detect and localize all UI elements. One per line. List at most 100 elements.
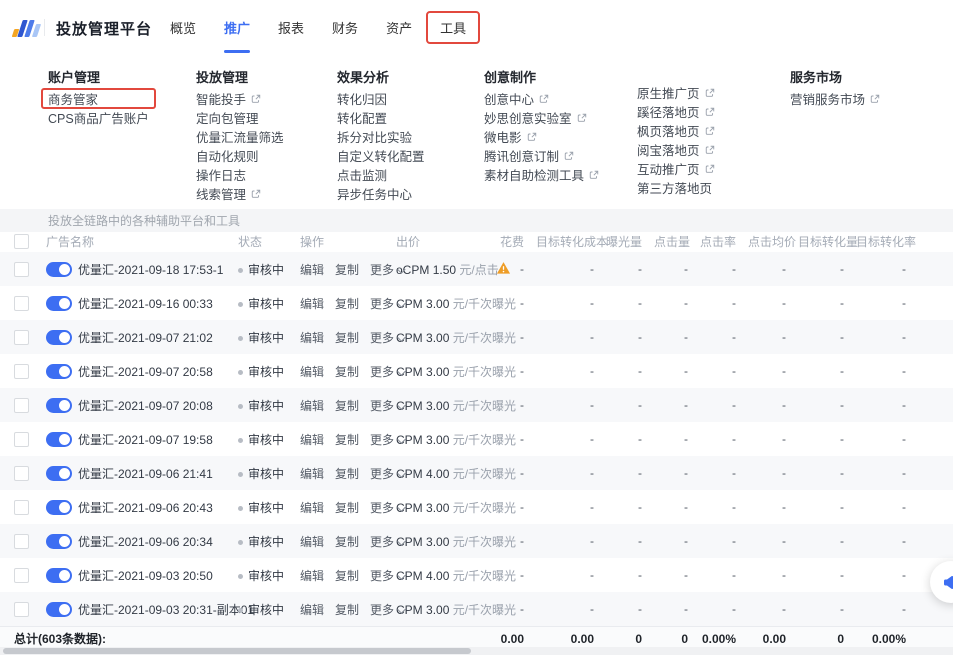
ad-enabled-toggle[interactable]: [46, 534, 72, 549]
menu-item[interactable]: 线索管理: [196, 187, 284, 200]
row-checkbox[interactable]: [14, 602, 29, 617]
row-checkbox[interactable]: [14, 432, 29, 447]
ad-name[interactable]: 优量汇-2021-09-07 20:58: [72, 363, 232, 380]
action-edit[interactable]: 编辑: [300, 467, 324, 481]
ad-enabled-toggle[interactable]: [46, 364, 72, 379]
ad-name[interactable]: 优量汇-2021-09-06 20:34: [72, 533, 232, 550]
ad-name[interactable]: 优量汇-2021-09-07 21:02: [72, 329, 232, 346]
menu-column-title: 创意制作: [484, 67, 599, 81]
action-edit[interactable]: 编辑: [300, 433, 324, 447]
ad-enabled-toggle[interactable]: [46, 432, 72, 447]
menu-item[interactable]: 阅宝落地页: [637, 143, 715, 156]
ad-enabled-toggle[interactable]: [46, 330, 72, 345]
menu-item[interactable]: 定向包管理: [196, 111, 284, 124]
ad-enabled-toggle[interactable]: [46, 262, 72, 277]
warning-icon[interactable]: [496, 261, 511, 278]
row-toggle-cell: [40, 466, 72, 481]
ad-name[interactable]: 优量汇-2021-09-03 20:31-副本01: [72, 601, 232, 618]
row-checkbox[interactable]: [14, 398, 29, 413]
action-edit[interactable]: 编辑: [300, 263, 324, 277]
action-edit[interactable]: 编辑: [300, 603, 324, 617]
action-copy[interactable]: 复制: [335, 569, 359, 583]
action-edit[interactable]: 编辑: [300, 365, 324, 379]
ad-enabled-toggle[interactable]: [46, 568, 72, 583]
action-copy[interactable]: 复制: [335, 399, 359, 413]
ad-enabled-toggle[interactable]: [46, 602, 72, 617]
header-select-cell[interactable]: [0, 234, 40, 249]
row-checkbox[interactable]: [14, 568, 29, 583]
ad-name[interactable]: 优量汇-2021-09-06 20:43: [72, 499, 232, 516]
menu-item[interactable]: 营销服务市场: [790, 92, 880, 105]
menu-item[interactable]: 枫页落地页: [637, 124, 715, 137]
menu-item[interactable]: 拆分对比实验: [337, 130, 425, 143]
nav-item-1[interactable]: 概览: [160, 14, 206, 41]
metric-cell: -: [792, 296, 850, 310]
action-edit[interactable]: 编辑: [300, 501, 324, 515]
nav-item-4[interactable]: 财务: [322, 14, 368, 41]
menu-item[interactable]: 转化归因: [337, 92, 425, 105]
status-text: 审核中: [248, 467, 284, 481]
row-checkbox[interactable]: [14, 534, 29, 549]
ad-name[interactable]: 优量汇-2021-09-03 20:50: [72, 567, 232, 584]
action-edit[interactable]: 编辑: [300, 535, 324, 549]
metric-cell: -: [694, 602, 742, 616]
horizontal-scrollbar-thumb[interactable]: [3, 648, 471, 654]
ad-enabled-toggle[interactable]: [46, 296, 72, 311]
row-checkbox[interactable]: [14, 500, 29, 515]
ad-enabled-toggle[interactable]: [46, 466, 72, 481]
ad-name[interactable]: 优量汇-2021-09-18 17:53-1: [72, 261, 232, 278]
nav-item-5[interactable]: 资产: [376, 14, 422, 41]
menu-item[interactable]: 互动推广页: [637, 162, 715, 175]
ad-enabled-toggle[interactable]: [46, 398, 72, 413]
menu-item[interactable]: 异步任务中心: [337, 187, 425, 200]
menu-item[interactable]: 素材自助检测工具: [484, 168, 599, 181]
nav-item-3[interactable]: 报表: [268, 14, 314, 41]
action-edit[interactable]: 编辑: [300, 331, 324, 345]
nav-item-2[interactable]: 推广: [214, 14, 260, 41]
menu-item-label: 转化归因: [337, 89, 387, 108]
menu-item[interactable]: 自定义转化配置: [337, 149, 425, 162]
action-copy[interactable]: 复制: [335, 603, 359, 617]
action-copy[interactable]: 复制: [335, 501, 359, 515]
menu-item[interactable]: 自动化规则: [196, 149, 284, 162]
row-checkbox[interactable]: [14, 262, 29, 277]
row-checkbox[interactable]: [14, 330, 29, 345]
menu-item[interactable]: 点击监测: [337, 168, 425, 181]
row-checkbox[interactable]: [14, 296, 29, 311]
metric-cell: -: [490, 568, 530, 582]
action-copy[interactable]: 复制: [335, 433, 359, 447]
menu-item[interactable]: CPS商品广告账户: [48, 111, 149, 124]
action-copy[interactable]: 复制: [335, 297, 359, 311]
row-checkbox[interactable]: [14, 364, 29, 379]
action-copy[interactable]: 复制: [335, 331, 359, 345]
action-copy[interactable]: 复制: [335, 365, 359, 379]
menu-item[interactable]: 优量汇流量筛选: [196, 130, 284, 143]
ad-name[interactable]: 优量汇-2021-09-16 00:33: [72, 295, 232, 312]
action-edit[interactable]: 编辑: [300, 297, 324, 311]
action-edit[interactable]: 编辑: [300, 399, 324, 413]
menu-item[interactable]: 蹊径落地页: [637, 105, 715, 118]
row-toggle-cell: [40, 364, 72, 379]
action-edit[interactable]: 编辑: [300, 569, 324, 583]
row-checkbox[interactable]: [14, 466, 29, 481]
menu-item[interactable]: 操作日志: [196, 168, 284, 181]
menu-item[interactable]: 转化配置: [337, 111, 425, 124]
menu-item[interactable]: 创意中心: [484, 92, 599, 105]
menu-item[interactable]: 商务管家: [48, 92, 149, 105]
ad-enabled-toggle[interactable]: [46, 500, 72, 515]
nav-item-6[interactable]: 工具: [430, 14, 476, 41]
menu-item[interactable]: 第三方落地页: [637, 181, 715, 194]
ad-name[interactable]: 优量汇-2021-09-06 21:41: [72, 465, 232, 482]
metric-cell: -: [694, 534, 742, 548]
ad-name[interactable]: 优量汇-2021-09-07 19:58: [72, 431, 232, 448]
menu-item[interactable]: 妙思创意实验室: [484, 111, 599, 124]
menu-item[interactable]: 原生推广页: [637, 86, 715, 99]
action-copy[interactable]: 复制: [335, 535, 359, 549]
action-copy[interactable]: 复制: [335, 263, 359, 277]
menu-item[interactable]: 微电影: [484, 130, 599, 143]
ad-name[interactable]: 优量汇-2021-09-07 20:08: [72, 397, 232, 414]
menu-item[interactable]: 腾讯创意订制: [484, 149, 599, 162]
action-copy[interactable]: 复制: [335, 467, 359, 481]
select-all-checkbox[interactable]: [14, 234, 29, 249]
menu-item[interactable]: 智能投手: [196, 92, 284, 105]
